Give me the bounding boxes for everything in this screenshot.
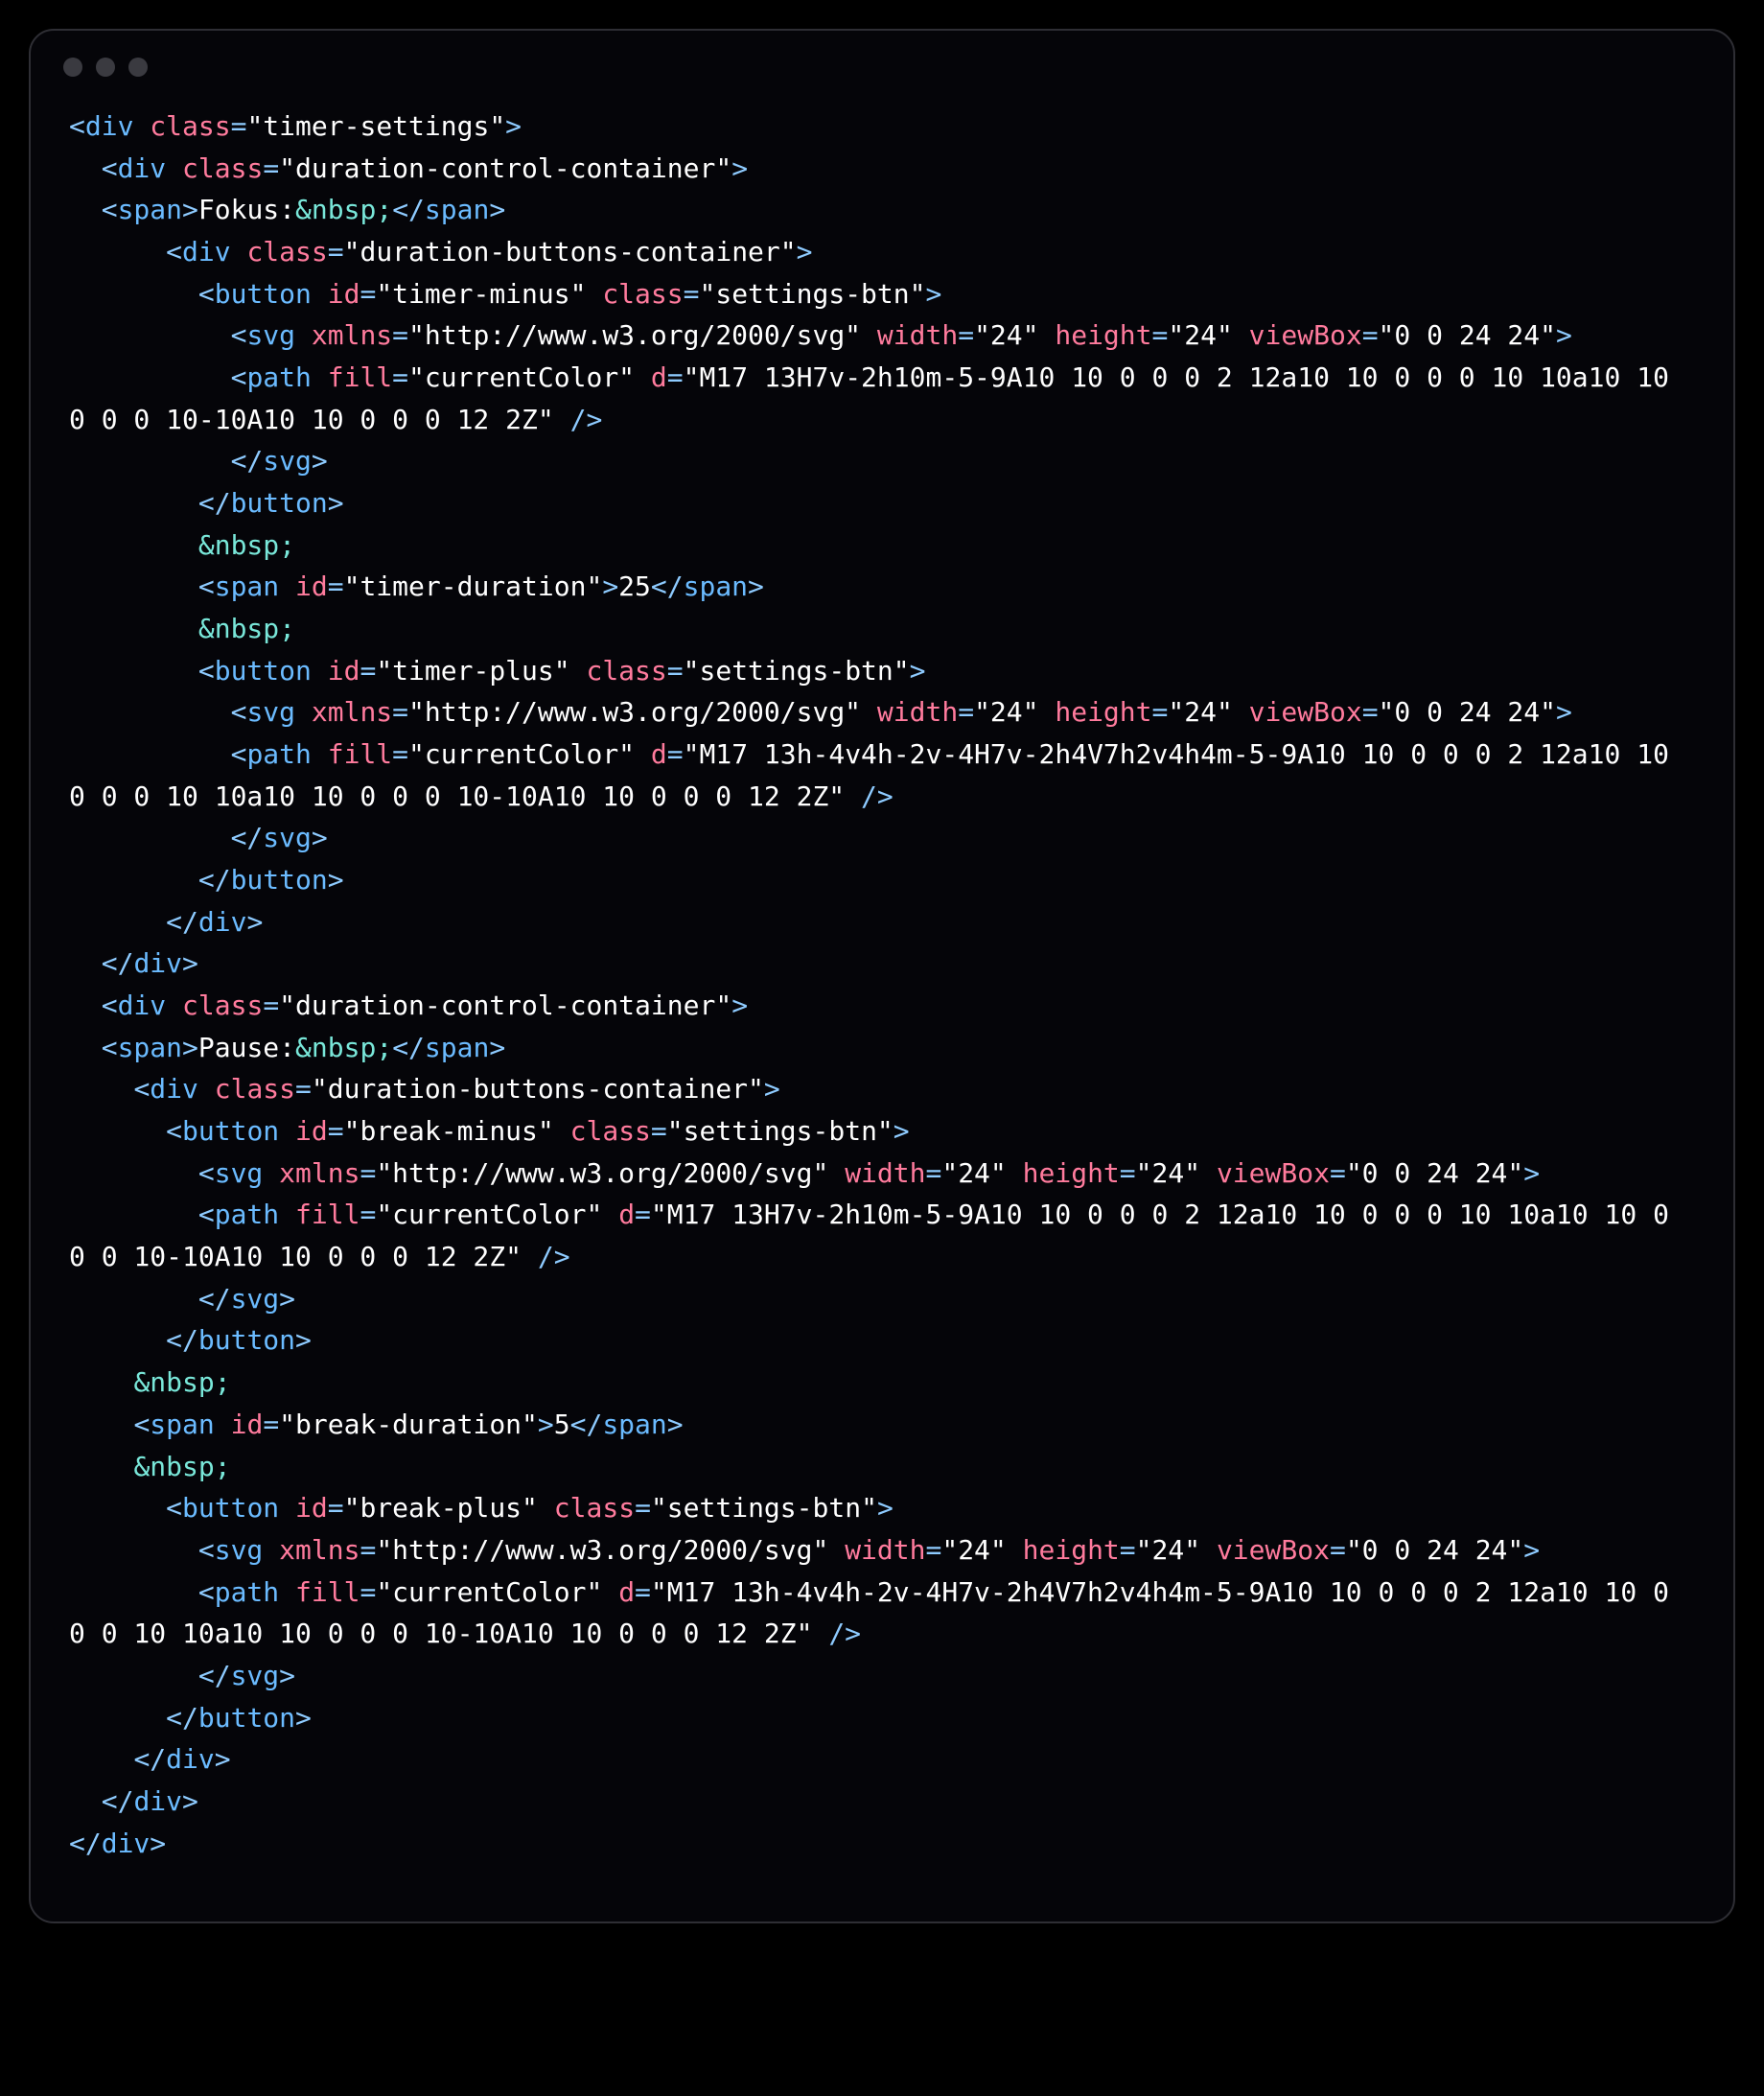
code-block: <div class="timer-settings"> <div class=… [31,86,1733,1921]
code-window: <div class="timer-settings"> <div class=… [29,29,1735,1923]
window-titlebar [31,31,1733,86]
minimize-icon[interactable] [96,58,115,77]
zoom-icon[interactable] [128,58,148,77]
close-icon[interactable] [63,58,82,77]
